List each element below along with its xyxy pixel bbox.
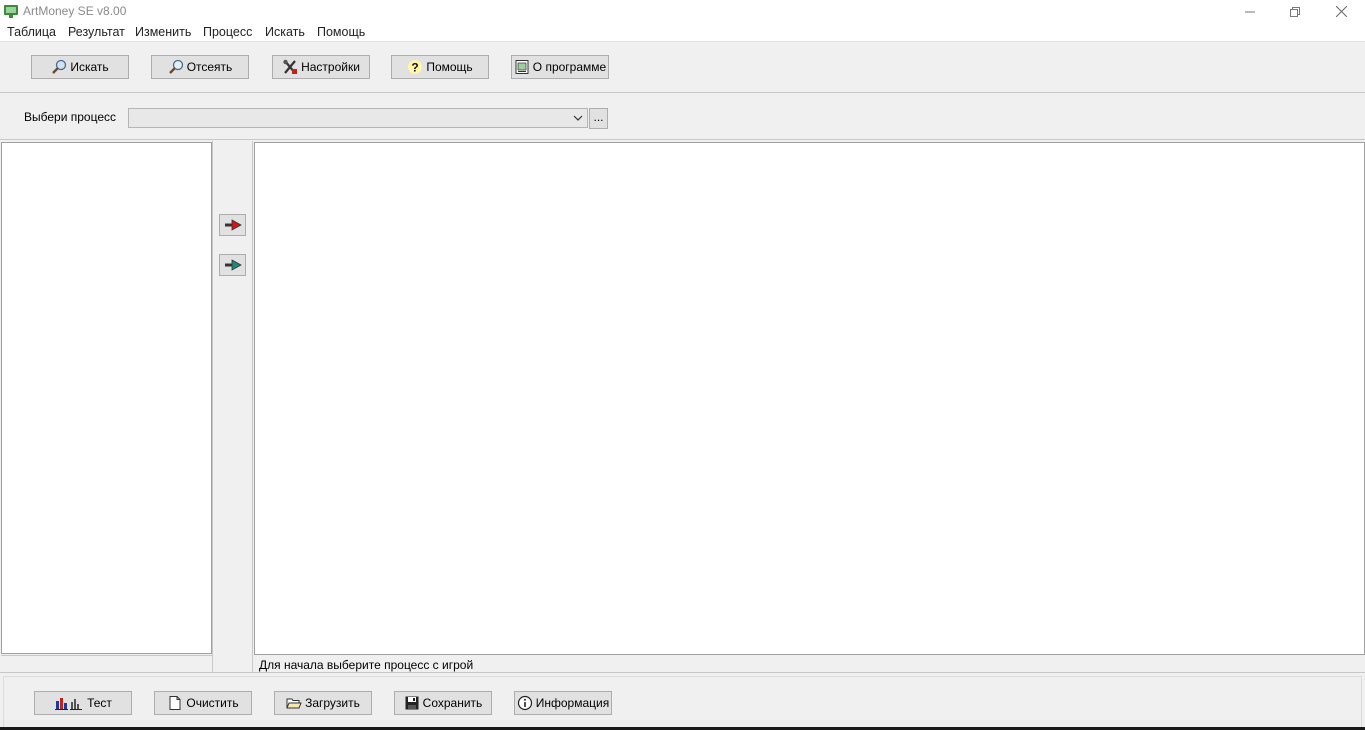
- magnifier-icon: [51, 59, 67, 75]
- menu-result[interactable]: Результат: [68, 25, 125, 39]
- move-left-button[interactable]: [219, 254, 246, 276]
- svg-text:?: ?: [412, 61, 419, 75]
- status-message: Для начала выберите процесс с игрой: [259, 658, 474, 672]
- minimize-button[interactable]: [1227, 0, 1273, 23]
- chevron-down-icon: [572, 111, 584, 125]
- filter-button[interactable]: Отсеять: [151, 55, 249, 79]
- toolbar: Искать Отсеять Настройки ? Помощь О прог…: [0, 42, 1365, 93]
- search-button[interactable]: Искать: [31, 55, 129, 79]
- browse-process-button[interactable]: ...: [589, 108, 608, 129]
- menu-edit[interactable]: Изменить: [135, 25, 191, 39]
- tools-icon: [282, 59, 298, 75]
- test-button-label: Тест: [87, 696, 112, 710]
- move-right-button[interactable]: [219, 214, 246, 236]
- menu-search[interactable]: Искать: [265, 25, 305, 39]
- info-button[interactable]: Информация: [514, 691, 612, 715]
- arrow-teal-icon: [224, 259, 242, 271]
- load-button-label: Загрузить: [305, 696, 360, 710]
- info-button-label: Информация: [535, 696, 610, 710]
- process-label: Выбери процесс: [24, 110, 117, 124]
- menu-process[interactable]: Процесс: [203, 25, 252, 39]
- arrow-right-icon: [224, 219, 242, 231]
- about-icon: [514, 59, 530, 75]
- clear-button[interactable]: Очистить: [154, 691, 252, 715]
- settings-button[interactable]: Настройки: [272, 55, 370, 79]
- menu-table[interactable]: Таблица: [7, 25, 56, 39]
- close-icon: [1335, 6, 1347, 17]
- new-document-icon: [167, 695, 183, 711]
- menu-bar: Таблица Результат Изменить Процесс Искат…: [0, 23, 1365, 42]
- title-bar: ArtMoney SE v8.00: [0, 0, 1365, 23]
- app-icon: [3, 3, 19, 19]
- close-button[interactable]: [1318, 0, 1364, 23]
- left-status-bar: [1, 655, 212, 672]
- test-button[interactable]: Тест: [34, 691, 132, 715]
- menu-help[interactable]: Помощь: [317, 25, 365, 39]
- search-button-label: Искать: [70, 60, 109, 74]
- floppy-disk-icon: [404, 695, 420, 711]
- search-params-list[interactable]: [1, 142, 212, 654]
- window-title: ArtMoney SE v8.00: [23, 4, 127, 18]
- question-icon: ?: [407, 59, 423, 75]
- help-button-label: Помощь: [426, 60, 473, 74]
- load-button[interactable]: Загрузить: [274, 691, 372, 715]
- restore-icon: [1290, 6, 1300, 17]
- clear-button-label: Очистить: [186, 696, 239, 710]
- open-folder-icon: [286, 695, 302, 711]
- magnifier-filter-icon: [168, 59, 184, 75]
- about-button[interactable]: О программе: [511, 55, 609, 79]
- save-button[interactable]: Сохранить: [394, 691, 492, 715]
- minimize-icon: [1245, 11, 1255, 12]
- chart-icon: [54, 695, 84, 711]
- info-icon: [517, 695, 533, 711]
- filter-button-label: Отсеять: [186, 60, 233, 74]
- settings-button-label: Настройки: [301, 60, 360, 74]
- help-button[interactable]: ? Помощь: [391, 55, 489, 79]
- restore-button[interactable]: [1272, 0, 1318, 23]
- process-select[interactable]: [128, 108, 588, 128]
- process-bar: Выбери процесс ...: [0, 93, 1365, 140]
- save-button-label: Сохранить: [422, 696, 483, 710]
- about-button-label: О программе: [532, 60, 607, 74]
- addresses-table[interactable]: [254, 142, 1365, 655]
